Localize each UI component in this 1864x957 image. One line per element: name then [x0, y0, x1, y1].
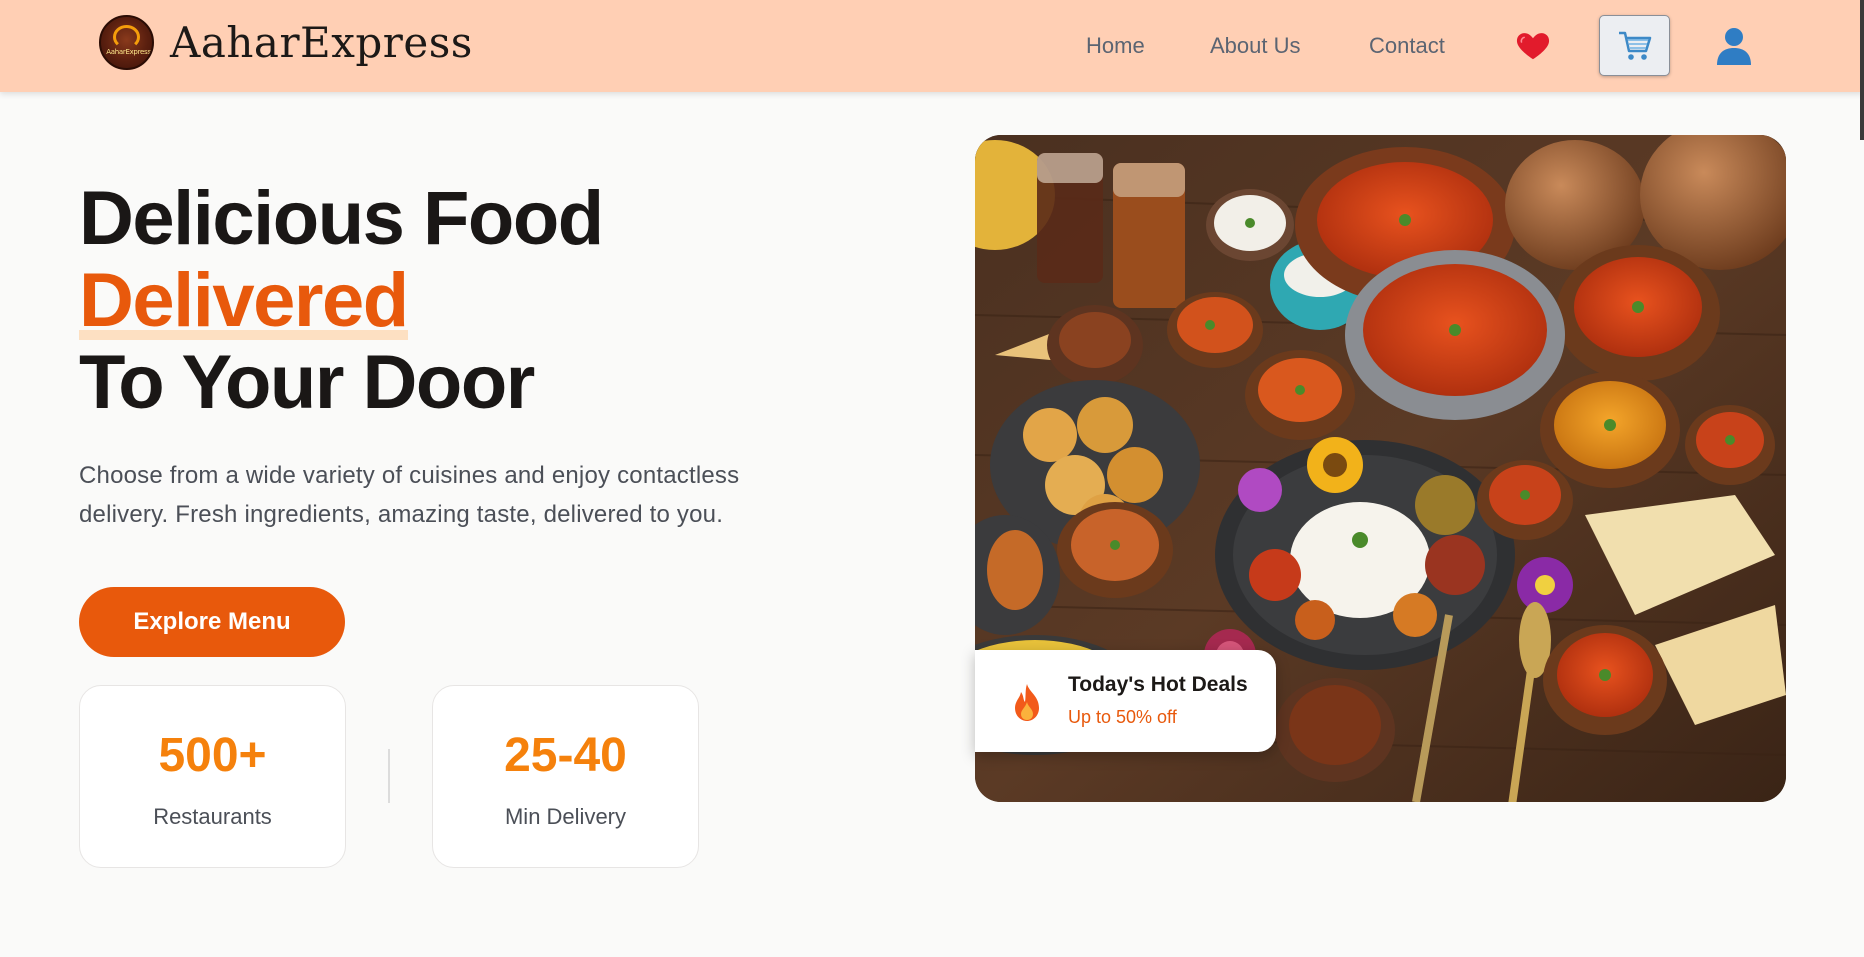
brand-name[interactable]: AaharExpress: [170, 18, 473, 67]
stat-value: 500+: [158, 729, 267, 782]
headline-line-3: To Your Door: [79, 340, 535, 425]
stat-card-delivery-time: 25-40 Min Delivery: [432, 685, 699, 868]
page-scrollbar[interactable]: [1860, 0, 1864, 140]
logo-emblem: [113, 25, 140, 49]
user-icon[interactable]: [1715, 26, 1753, 66]
stat-value: 25-40: [504, 729, 627, 782]
hero-description: Choose from a wide variety of cuisines a…: [79, 462, 740, 528]
nav-link-about[interactable]: About Us: [1210, 33, 1301, 59]
hot-deals-title: Today's Hot Deals: [1068, 673, 1248, 696]
explore-menu-button[interactable]: Explore Menu: [79, 587, 345, 657]
cart-button[interactable]: [1599, 15, 1670, 76]
logo-text: AaharExpress: [106, 48, 151, 56]
brand-logo[interactable]: AaharExpress: [99, 15, 154, 70]
stat-label: Min Delivery: [504, 804, 627, 829]
navbar: AaharExpress AaharExpress Home About Us …: [0, 0, 1864, 92]
stat-card-restaurants: 500+ Restaurants: [79, 685, 346, 868]
hot-deals-subtitle: Up to 50% off: [1068, 707, 1177, 727]
nav-link-contact[interactable]: Contact: [1369, 33, 1445, 59]
stat-divider: [388, 749, 390, 803]
hero-headline: Delicious Food Delivered To Your Door: [79, 176, 604, 425]
headline-accent: Delivered: [79, 258, 409, 343]
headline-line-1: Delicious Food: [79, 176, 604, 261]
cart-icon: [1619, 31, 1652, 60]
heart-icon[interactable]: [1514, 26, 1552, 64]
nav-link-home[interactable]: Home: [1086, 33, 1145, 59]
hot-deals-card[interactable]: Today's Hot Deals Up to 50% off: [975, 650, 1276, 752]
fire-icon: [1015, 684, 1039, 721]
stat-label: Restaurants: [153, 804, 272, 829]
